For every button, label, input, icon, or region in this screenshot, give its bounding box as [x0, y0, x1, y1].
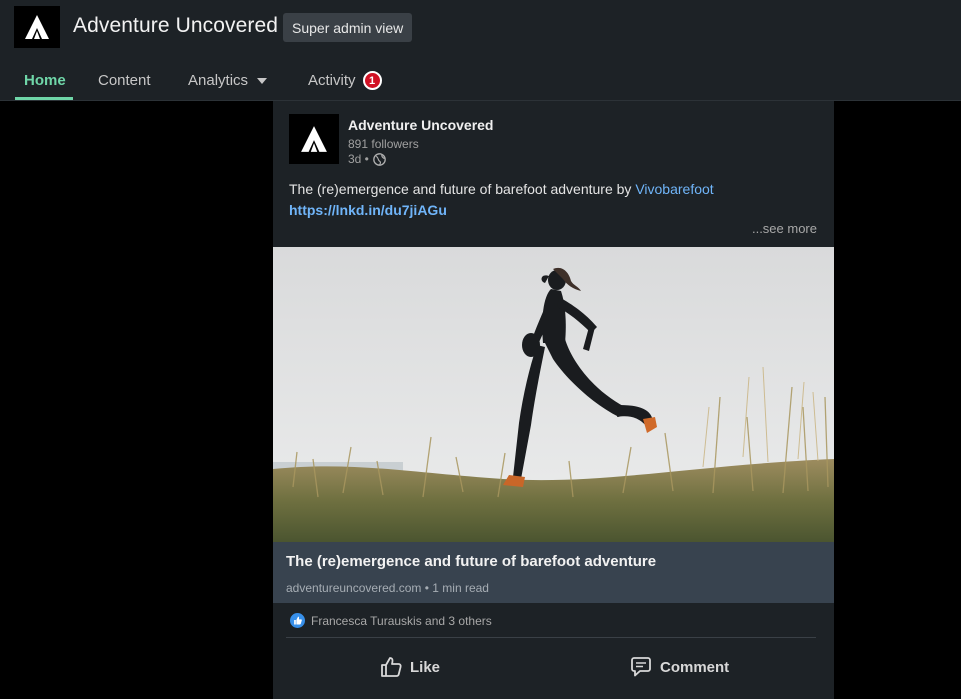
comment-icon [631, 657, 651, 677]
globe-icon [373, 152, 386, 166]
nav-tab-analytics-label: Analytics [188, 72, 249, 89]
nav-tab-content-label: Content [98, 72, 151, 89]
brand-name: Adventure Uncovered [73, 14, 279, 37]
nav-tab-home[interactable]: Home [24, 60, 66, 101]
post-text: The (re)emergence and future of barefoot… [289, 181, 636, 197]
adventure-uncovered-logo-icon [301, 126, 327, 152]
reactions-summary[interactable]: Francesca Turauskis and 3 others [290, 613, 492, 628]
thumbs-up-icon [381, 657, 402, 677]
page-nav: Home Content Analytics Activity 1 [0, 60, 961, 101]
admin-view-badge[interactable]: Super admin view [283, 13, 413, 42]
chevron-down-icon [257, 77, 268, 84]
article-image[interactable] [273, 247, 834, 542]
post-url-link[interactable]: https://lnkd.in/du7jiAGu [289, 202, 447, 218]
active-tab-indicator [15, 97, 73, 100]
brand-logo[interactable] [14, 6, 60, 48]
nav-tab-content[interactable]: Content [98, 60, 151, 101]
divider [286, 637, 816, 638]
adventure-uncovered-logo-icon [25, 15, 49, 39]
like-label: Like [410, 658, 441, 676]
top-bar: Adventure Uncovered Super admin view Hom… [0, 0, 961, 101]
article-preview[interactable]: The (re)emergence and future of barefoot… [273, 542, 834, 603]
mention-link[interactable]: Vivobarefoot [635, 181, 713, 197]
nav-tab-home-label: Home [24, 72, 66, 89]
notification-badge: 1 [362, 71, 382, 90]
nav-tab-activity-label: Activity [308, 72, 356, 89]
post-author-name[interactable]: Adventure Uncovered [348, 117, 493, 133]
nav-tab-analytics[interactable]: Analytics [188, 60, 268, 101]
comment-button[interactable]: Comment [629, 654, 729, 680]
like-reaction-icon [290, 613, 305, 628]
post-body: The (re)emergence and future of barefoot… [289, 179, 819, 221]
post-age: 3d • [348, 152, 369, 166]
article-source: adventureuncovered.com • 1 min read [286, 581, 489, 595]
author-avatar[interactable] [289, 114, 339, 164]
reactions-text: Francesca Turauskis and 3 others [311, 613, 492, 628]
like-button[interactable]: Like [379, 654, 440, 680]
comment-label: Comment [660, 658, 730, 676]
article-title: The (re)emergence and future of barefoot… [286, 553, 657, 570]
follower-count: 891 followers [348, 137, 419, 151]
trail-runner-photo [273, 247, 834, 542]
see-more-button[interactable]: ...see more [752, 221, 817, 236]
post-header: Adventure Uncovered 891 followers 3d • [289, 114, 819, 174]
post-meta: 3d • [348, 152, 386, 166]
nav-tab-activity[interactable]: Activity 1 [308, 60, 382, 101]
post-card: Adventure Uncovered 891 followers 3d • T… [273, 101, 834, 699]
